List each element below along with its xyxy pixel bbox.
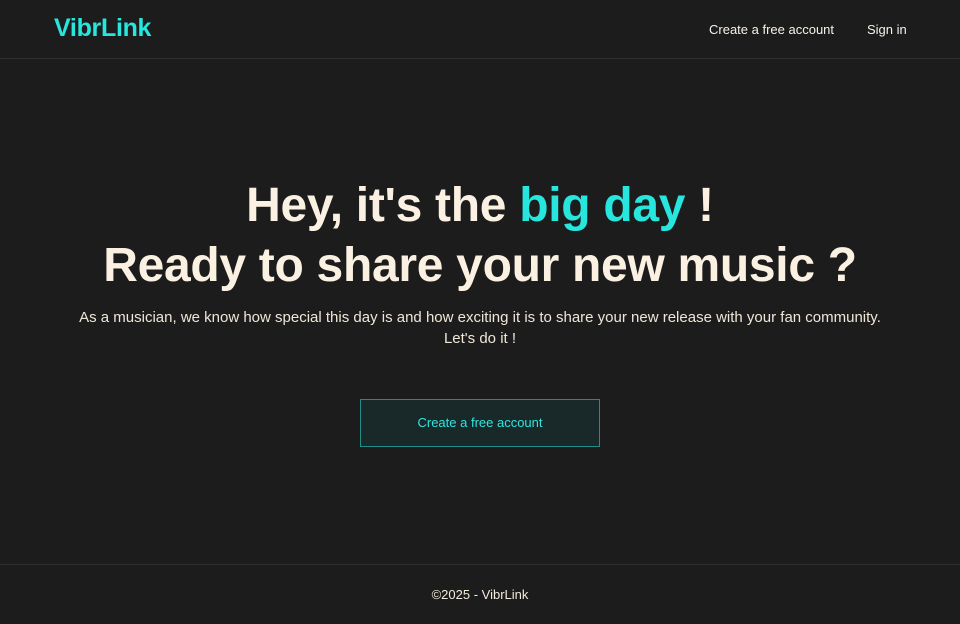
hero-title-line1: Hey, it's the big day ! bbox=[246, 179, 714, 232]
logo[interactable]: VibrLink bbox=[54, 14, 151, 43]
hero-title: Hey, it's the big day ! Ready to share y… bbox=[0, 176, 960, 296]
site-footer: ©2025 - VibrLink bbox=[0, 564, 960, 624]
hero-title-accent: big day bbox=[519, 179, 686, 232]
nav-sign-in-link[interactable]: Sign in bbox=[867, 22, 907, 37]
hero-subtitle-line2: Let's do it ! bbox=[443, 330, 517, 347]
hero-title-line2: Ready to share your new music ? bbox=[103, 239, 857, 292]
hero-subtitle: As a musician, we know how special this … bbox=[0, 307, 960, 349]
hero-section: Hey, it's the big day ! Ready to share y… bbox=[0, 176, 960, 349]
site-header: VibrLink Create a free account Sign in bbox=[0, 0, 960, 59]
create-account-button[interactable]: Create a free account bbox=[360, 399, 600, 447]
hero-subtitle-line1: As a musician, we know how special this … bbox=[79, 309, 881, 326]
nav-create-account-link[interactable]: Create a free account bbox=[709, 22, 834, 37]
hero-title-suffix: ! bbox=[685, 179, 714, 232]
hero-title-prefix: Hey, it's the bbox=[246, 179, 520, 232]
footer-copyright: ©2025 - VibrLink bbox=[431, 587, 529, 602]
